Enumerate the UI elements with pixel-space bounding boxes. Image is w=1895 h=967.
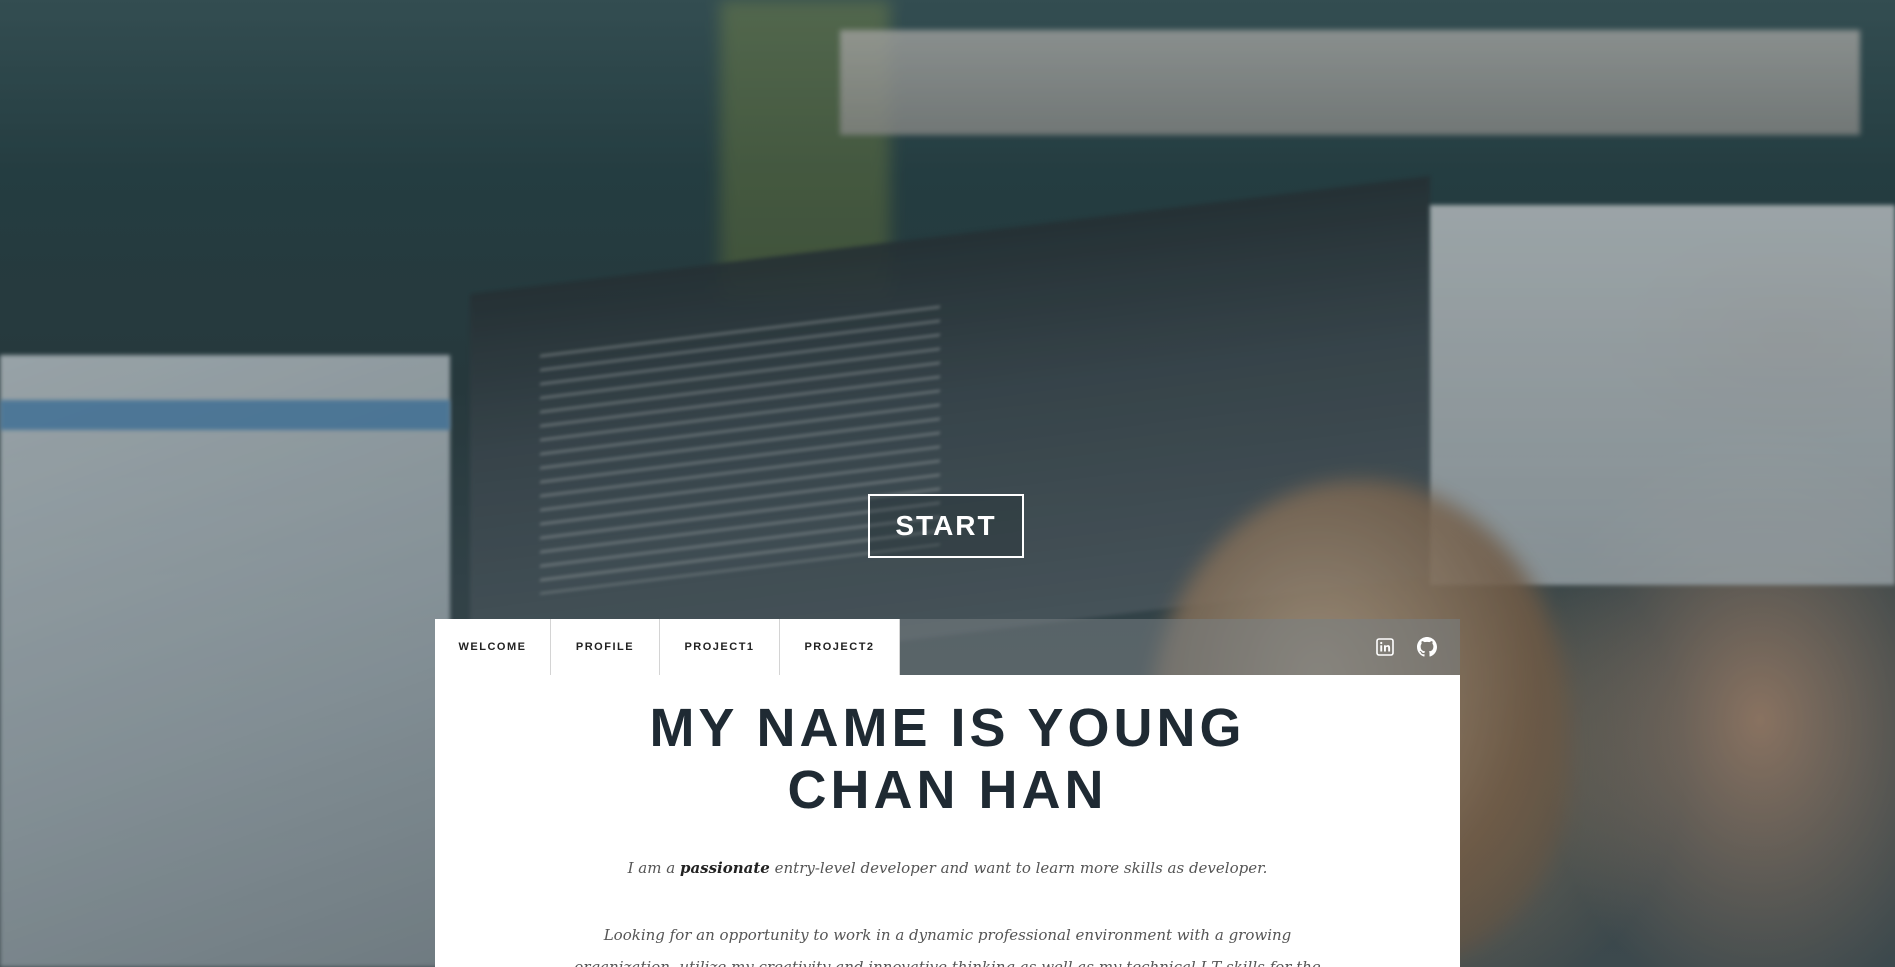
start-button[interactable]: START — [868, 494, 1024, 558]
intro-text: I am a passionate entry-level developer … — [435, 857, 1460, 879]
section-nav: WELCOME PROFILE PROJECT1 PROJECT2 — [435, 619, 1460, 675]
tab-project2[interactable]: PROJECT2 — [780, 619, 900, 675]
page-title: MY NAME IS YOUNG CHAN HAN — [649, 698, 1246, 820]
social-links — [1374, 619, 1438, 675]
objective-text: Looking for an opportunity to work in a … — [574, 926, 1321, 967]
intro-prefix: I am a — [627, 859, 680, 877]
tab-profile[interactable]: PROFILE — [551, 619, 660, 675]
linkedin-icon[interactable] — [1374, 636, 1396, 658]
intro-emphasis: passionate — [679, 859, 770, 877]
tab-welcome[interactable]: WELCOME — [435, 619, 551, 675]
welcome-section: MY NAME IS YOUNG CHAN HAN I am a passion… — [435, 675, 1460, 967]
tab-project1[interactable]: PROJECT1 — [660, 619, 780, 675]
github-icon[interactable] — [1416, 636, 1438, 658]
intro-suffix: entry-level developer and want to learn … — [769, 859, 1268, 877]
main-panel: WELCOME PROFILE PROJECT1 PROJECT2 MY NAM… — [435, 619, 1460, 967]
